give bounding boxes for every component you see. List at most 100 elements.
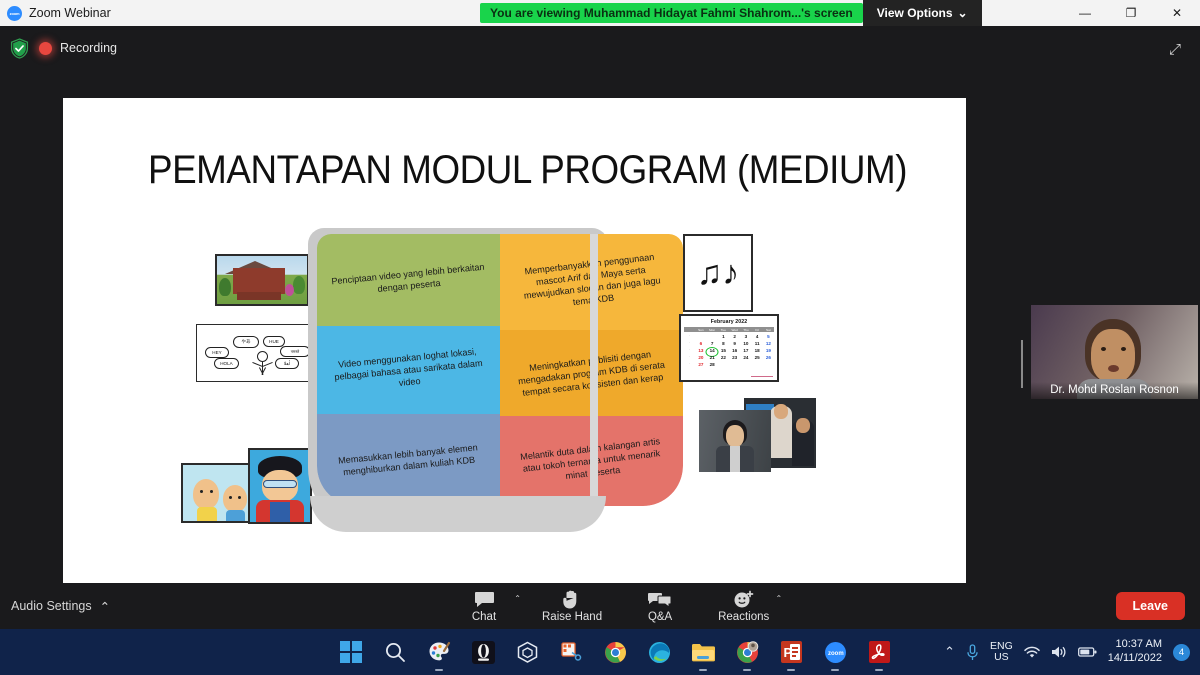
volume-icon[interactable] xyxy=(1051,645,1067,659)
calendar-day-header: Tue xyxy=(717,327,729,333)
notification-badge[interactable]: 4 xyxy=(1173,643,1190,661)
screen-share-banner: You are viewing Muhammad Hidayat Fahmi S… xyxy=(480,3,863,23)
raise-hand-icon xyxy=(563,590,581,609)
video-panel-drag-handle[interactable] xyxy=(1021,340,1025,388)
file-explorer-icon[interactable] xyxy=(690,639,716,671)
clock-time: 10:37 AM xyxy=(1115,638,1162,651)
recording-dot-icon xyxy=(39,41,52,55)
calendar-day-cell: 21 xyxy=(709,355,715,361)
calendar-day-cell: 16 xyxy=(732,348,738,354)
control-bar-center: Chat ⌃ Raise Hand Q&A Reactions ⌃ xyxy=(460,590,782,623)
clock[interactable]: 10:37 AM 14/11/2022 xyxy=(1108,638,1162,666)
chrome-icon[interactable] xyxy=(602,639,628,665)
recording-indicator[interactable]: Recording xyxy=(39,41,117,55)
tray-chevron-up-icon[interactable]: ⌃ xyxy=(944,644,955,660)
calendar-day-cell: 4 xyxy=(755,334,759,340)
zoom-icon[interactable]: zoom xyxy=(822,639,848,671)
participant-video-tile[interactable]: Dr. Mohd Roslan Rosnon xyxy=(1031,305,1198,399)
qa-button[interactable]: Q&A xyxy=(636,590,684,623)
wifi-icon[interactable] xyxy=(1024,646,1040,659)
battery-icon[interactable] xyxy=(1077,646,1097,658)
calendar-day-cell: 1 xyxy=(722,334,725,340)
speech-bubble: HEY xyxy=(205,347,229,358)
security-shield-icon[interactable] xyxy=(10,37,29,59)
minimize-button[interactable]: — xyxy=(1062,0,1108,26)
chevron-down-icon: ⌄ xyxy=(957,6,968,20)
qa-label: Q&A xyxy=(647,610,673,623)
book-band-3-text: Memasukkan lebih banyak elemen menghibur… xyxy=(337,442,479,478)
taskbar-icons: P zoom xyxy=(338,639,892,671)
calendar-day-cell: 17 xyxy=(743,348,749,354)
house-photo xyxy=(215,254,309,306)
calendar-day-cell: 6 xyxy=(699,341,703,347)
chrome-profile-icon[interactable] xyxy=(734,639,760,671)
calendar-photo: February 2022 Sun Mon Tue Wed Thu Fri Sa… xyxy=(679,314,779,382)
clock-date: 14/11/2022 xyxy=(1107,652,1162,664)
speech-bubble: नमस्ते xyxy=(280,346,310,357)
language-region: US xyxy=(994,651,1009,663)
start-button[interactable] xyxy=(338,639,364,665)
calendar-week-marker: · xyxy=(689,341,691,346)
calendar-day-cell: 14 xyxy=(705,346,719,357)
opera-icon[interactable] xyxy=(470,639,496,665)
acrobat-icon[interactable] xyxy=(866,639,892,671)
view-options-button[interactable]: View Options ⌄ xyxy=(862,0,982,26)
book-base xyxy=(310,496,606,532)
close-button[interactable]: ✕ xyxy=(1154,0,1200,26)
book-band-1: Penciptaan video yang lebih berkaitan de… xyxy=(317,234,500,326)
title-bar-left: zoom Zoom Webinar xyxy=(0,5,480,21)
calendar-day-cell: 28 xyxy=(709,362,715,368)
title-bar: zoom Zoom Webinar You are viewing Muhamm… xyxy=(0,0,1200,26)
search-icon[interactable] xyxy=(382,639,408,665)
raise-hand-button[interactable]: Raise Hand xyxy=(542,590,602,623)
window-controls: — ❐ ✕ xyxy=(1062,0,1200,26)
edge-icon[interactable] xyxy=(646,639,672,665)
calendar-day-cell: 10 xyxy=(743,341,749,347)
reactions-button[interactable]: Reactions ⌃ xyxy=(718,590,782,623)
calendar-day-cell: 23 xyxy=(732,355,738,361)
paint-icon[interactable] xyxy=(426,639,452,671)
chat-chevron-up-icon[interactable]: ⌃ xyxy=(514,594,521,603)
language-indicator[interactable]: ENG US xyxy=(990,640,1013,664)
maximize-button[interactable]: ❐ xyxy=(1108,0,1154,26)
book-band-1-text: Penciptaan video yang lebih berkaitan de… xyxy=(330,261,485,294)
meeting-control-bar: Audio Settings ⌃ Chat ⌃ Raise Hand Q&A R… xyxy=(0,583,1200,629)
calendar-day-header: Wed xyxy=(729,327,741,333)
calendar-day-cell: 24 xyxy=(743,355,749,361)
calendar-day-cell: 9 xyxy=(733,341,736,347)
calendar-day-cell xyxy=(707,334,718,341)
fullscreen-expand-icon[interactable]: ⤢ xyxy=(1164,38,1186,60)
calendar-day-header: Fri xyxy=(751,327,763,333)
meeting-area: Recording ⤢ PEMANTAPAN MODUL PROGRAM (ME… xyxy=(0,26,1200,629)
calendar-footer-line xyxy=(751,376,773,377)
calendar-week-marker: · xyxy=(689,348,691,353)
3d-viewer-icon[interactable] xyxy=(514,639,540,665)
calendar-body: · 1 2 3 4 5 · 6 7 8 9 10 11 12 · 13 14 15 16 17 18 19 · 20 21 22 2… xyxy=(684,334,774,369)
calendar-day-cell: 27 xyxy=(698,362,704,368)
calendar-day-cell xyxy=(752,362,763,369)
leave-button[interactable]: Leave xyxy=(1115,592,1185,620)
microphone-icon[interactable] xyxy=(966,643,979,661)
calendar-day-cell: 3 xyxy=(744,334,748,340)
book-band-2-text: Video menggunakan loghat lokasi, pelbaga… xyxy=(334,346,483,388)
title-bar-center: You are viewing Muhammad Hidayat Fahmi S… xyxy=(480,0,982,26)
snipping-tool-icon[interactable] xyxy=(558,639,584,665)
reactions-label: Reactions xyxy=(718,610,770,623)
shared-screen-slide: PEMANTAPAN MODUL PROGRAM (MEDIUM) HEY やあ… xyxy=(63,98,966,609)
calendar-day-cell: 11 xyxy=(754,341,760,347)
powerpoint-icon[interactable]: P xyxy=(778,639,804,671)
music-note-icon: ♫♪ xyxy=(696,254,740,292)
calendar-header-row: Sun Mon Tue Wed Thu Fri Sat xyxy=(684,327,774,333)
system-tray: ⌃ ENG US 10:37 AM 14/11/2022 4 xyxy=(944,638,1190,666)
book-band-2: Video menggunakan loghat lokasi, pelbaga… xyxy=(317,326,500,414)
calendar-day-cell: 18 xyxy=(754,348,760,354)
chat-icon xyxy=(474,590,495,609)
view-options-label: View Options xyxy=(876,6,953,20)
audio-settings-button[interactable]: Audio Settings ⌃ xyxy=(11,599,110,614)
chat-button[interactable]: Chat ⌃ xyxy=(460,590,521,623)
qa-icon xyxy=(648,590,672,609)
calendar-day-cell xyxy=(718,362,729,369)
reactions-chevron-up-icon[interactable]: ⌃ xyxy=(776,594,783,603)
speech-bubble: أهلا xyxy=(275,358,299,369)
participant-name-label: Dr. Mohd Roslan Rosnon xyxy=(1031,382,1198,399)
